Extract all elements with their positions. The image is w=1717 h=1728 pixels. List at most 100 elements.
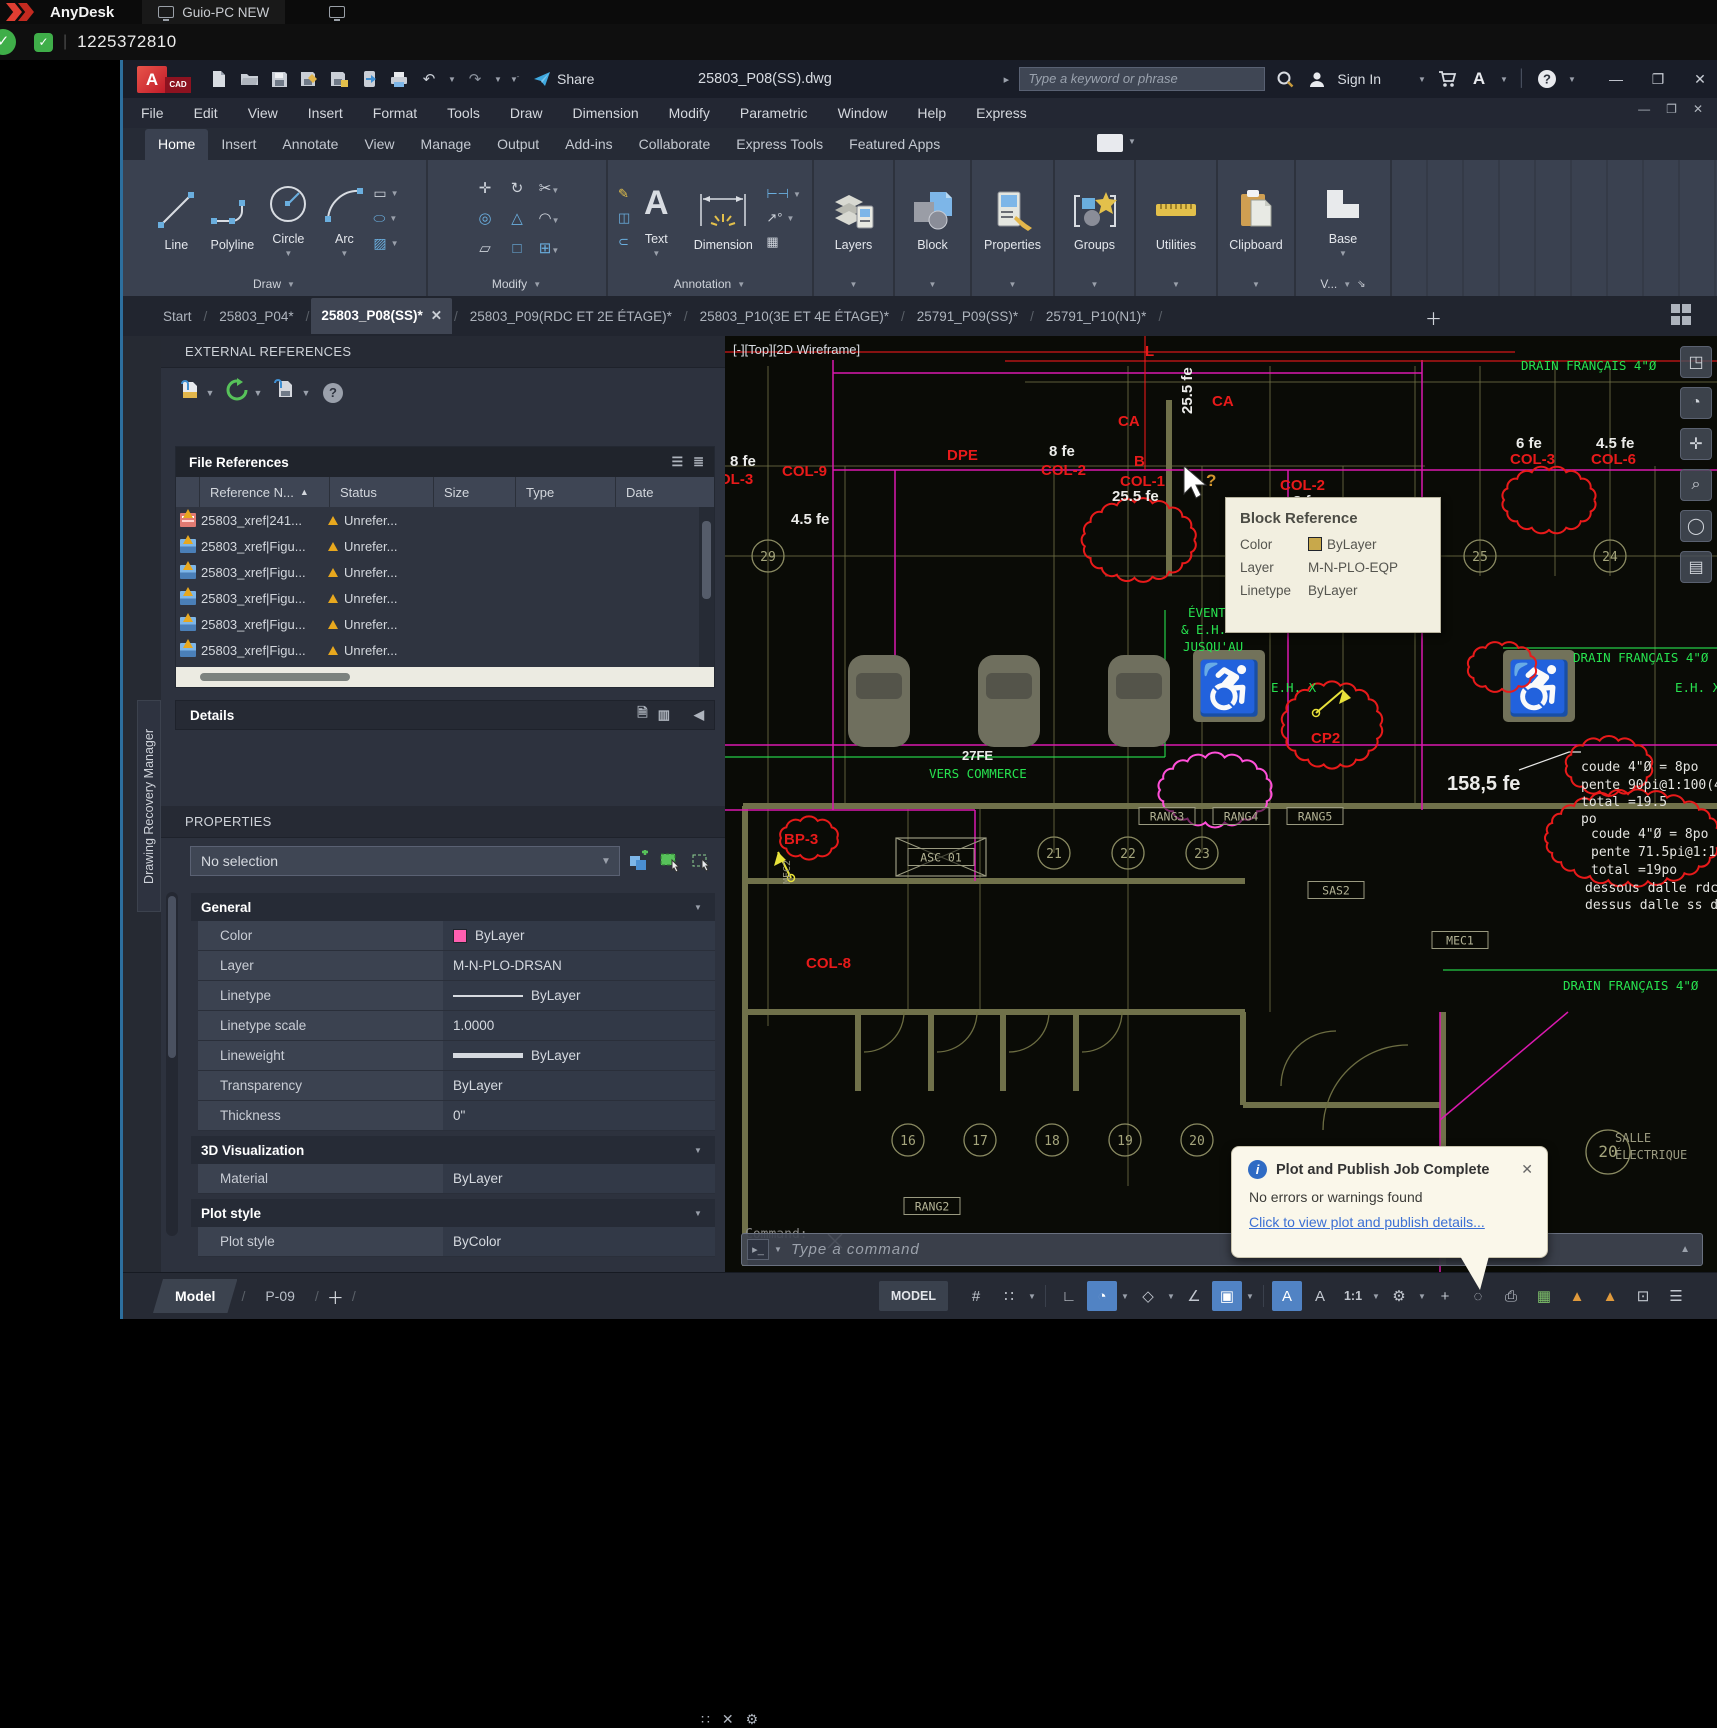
command-expand-icon[interactable]: ▲ — [1680, 1244, 1690, 1255]
drawing-canvas[interactable]: [-][Top][2D Wireframe] ♿♿292524212223161… — [725, 336, 1717, 1272]
table-icon[interactable]: ▦ — [766, 234, 778, 250]
ribbon-tab[interactable]: Express Tools — [723, 129, 836, 160]
command-line-icon[interactable]: ▸_ — [747, 1239, 769, 1260]
tab-overview-icon[interactable] — [1671, 304, 1693, 326]
help-icon[interactable]: ? — [1535, 67, 1559, 91]
hatch-icon[interactable]: ▨ — [373, 235, 386, 252]
toggle-pickadd-icon[interactable] — [689, 849, 713, 873]
property-value[interactable]: ByLayer — [443, 921, 715, 950]
select-objects-icon[interactable] — [658, 849, 682, 873]
signin-label[interactable]: Sign In — [1337, 71, 1381, 87]
share-button[interactable]: Share — [533, 71, 594, 87]
plot-icon[interactable]: ⎙ — [1496, 1281, 1526, 1311]
toast-close-icon[interactable]: ✕ — [1521, 1161, 1533, 1178]
new-layout-button[interactable]: ＋ — [323, 1284, 348, 1309]
polar-tracking-icon[interactable]: ◔ — [1087, 1281, 1117, 1311]
toast-details-link[interactable]: Click to view plot and publish details..… — [1249, 1214, 1485, 1230]
new-session-button[interactable] — [313, 0, 361, 24]
menu-item[interactable]: Help — [917, 105, 946, 121]
property-value[interactable]: ByLayer — [443, 1041, 715, 1070]
maximize-button[interactable]: ❐ — [1641, 66, 1675, 92]
details-collapse-icon[interactable]: ◀ — [694, 707, 704, 723]
details-preview-icon[interactable]: ▥ — [658, 707, 670, 723]
change-path-icon[interactable] — [273, 379, 297, 406]
property-value[interactable]: M-N-PLO-DRSAN — [443, 951, 715, 980]
save-icon[interactable] — [267, 67, 291, 91]
close-button[interactable]: ✕ — [1683, 66, 1717, 92]
tray-warning2-icon[interactable]: ▲ — [1595, 1281, 1625, 1311]
list-view-icon[interactable]: ☰ — [671, 454, 683, 470]
autodesk-dropdown-icon[interactable]: ▼ — [1499, 75, 1509, 84]
workspace-switch[interactable]: ▼ — [1083, 134, 1137, 158]
viewcube-icon[interactable]: ◳ — [1680, 346, 1712, 378]
3d-icon[interactable]: ◫ — [618, 210, 630, 226]
palette-close-icon[interactable]: ✕ — [722, 1711, 734, 1728]
doc-restore-icon[interactable]: ❐ — [1666, 102, 1677, 116]
menu-item[interactable]: Edit — [194, 105, 218, 121]
anydesk-address[interactable]: 1225372810 — [77, 32, 177, 52]
pan-icon[interactable]: ✛ — [1680, 428, 1712, 460]
command-line[interactable]: ▸_ ▼ Type a command ▲ — [741, 1233, 1703, 1266]
menu-item[interactable]: Window — [838, 105, 888, 121]
move-icon[interactable]: ✛ — [479, 179, 492, 197]
object-snap-icon[interactable]: ▣ — [1212, 1281, 1242, 1311]
xref-row[interactable]: 25803_xref|Figu... Unrefer... — [176, 611, 714, 637]
selection-dropdown[interactable]: No selection▼ — [190, 846, 620, 876]
menu-item[interactable]: Draw — [510, 105, 543, 121]
details-header[interactable]: Details 🗎▥◀ — [175, 700, 715, 730]
object-snap-icon-dropdown[interactable]: ▼ — [1245, 1292, 1255, 1301]
file-tab[interactable]: 25803_P09(RDC ET 2E ÉTAGE)*✕ — [460, 299, 682, 334]
ortho-icon[interactable]: ∟ — [1054, 1281, 1084, 1311]
block-button[interactable]: Block — [901, 185, 964, 252]
ribbon-tab[interactable]: Annotate — [269, 129, 351, 160]
scale-icon[interactable]: □ — [512, 240, 521, 257]
rotate-icon[interactable]: ↻ — [511, 179, 524, 197]
property-section-plot-style[interactable]: Plot style▼ — [191, 1199, 715, 1227]
properties-button[interactable]: Properties — [978, 185, 1047, 252]
groups-button[interactable]: Groups — [1061, 185, 1128, 252]
help-dropdown-icon[interactable]: ▼ — [1567, 75, 1577, 84]
menu-item[interactable]: Tools — [447, 105, 480, 121]
column-type[interactable]: Type — [516, 477, 616, 507]
redo-dropdown-icon[interactable]: ▼ — [493, 75, 503, 84]
xref-horizontal-scrollbar[interactable] — [176, 667, 714, 687]
property-value[interactable]: 0" — [443, 1101, 715, 1130]
navbar-more-icon[interactable]: ▤ — [1680, 551, 1712, 583]
snap-icon-dropdown[interactable]: ▼ — [1027, 1292, 1037, 1301]
autocad-logo-icon[interactable]: ACAD — [137, 66, 191, 93]
ribbon-tab[interactable]: Home — [145, 129, 208, 160]
workspace-gear-icon[interactable]: ⚙ — [1384, 1281, 1414, 1311]
cart-icon[interactable] — [1435, 67, 1459, 91]
annotation-scale-icon-dropdown[interactable]: ▼ — [1371, 1292, 1381, 1301]
isodraft-icon-dropdown[interactable]: ▼ — [1166, 1292, 1176, 1301]
file-tab[interactable]: 25803_P08(SS)*✕ — [311, 298, 452, 334]
viewport-label[interactable]: [-][Top][2D Wireframe] — [733, 342, 860, 357]
qat-customize-icon[interactable]: ▼̄ — [509, 75, 519, 84]
help-circle-icon[interactable]: ? — [323, 383, 343, 403]
annotation-scale-icon[interactable]: 1:1 — [1338, 1281, 1368, 1311]
ribbon-tab[interactable]: Manage — [408, 129, 485, 160]
zoom-icon[interactable]: ⌕ — [1680, 469, 1712, 501]
refresh-icon[interactable] — [225, 378, 249, 407]
transfer-icon[interactable] — [357, 67, 381, 91]
dimension-tool-button[interactable]: Dimension — [682, 185, 764, 252]
text-tool-button[interactable]: A Text▼ — [632, 179, 680, 258]
secure-icon[interactable]: ✓ — [34, 33, 53, 52]
workspace-gear-icon-dropdown[interactable]: ▼ — [1417, 1292, 1427, 1301]
file-tab[interactable]: 25791_P10(N1)*✕ — [1036, 299, 1157, 334]
property-section-general[interactable]: General▼ — [191, 893, 715, 921]
object-snap-tracking-icon[interactable]: ∠ — [1179, 1281, 1209, 1311]
copy-icon[interactable]: ◎ — [478, 209, 491, 227]
tray-warning-icon[interactable]: ▲ — [1562, 1281, 1592, 1311]
property-section-3d-visualization[interactable]: 3D Visualization▼ — [191, 1136, 715, 1164]
orbit-icon[interactable]: ◯ — [1680, 510, 1712, 542]
xref-row[interactable]: 25803_xref|Figu... Unrefer... — [176, 637, 714, 663]
annotation-panel-label[interactable]: Annotation▼ — [608, 272, 812, 296]
tree-view-icon[interactable]: ≣ — [693, 454, 704, 470]
property-value[interactable]: 1.0000 — [443, 1011, 715, 1040]
grid-icon[interactable]: # — [961, 1281, 991, 1311]
menu-item[interactable]: Express — [976, 105, 1027, 121]
stretch-icon[interactable]: ▱ — [479, 239, 491, 257]
xref-vertical-scrollbar[interactable] — [699, 507, 714, 673]
property-value[interactable]: ByColor — [443, 1227, 715, 1256]
